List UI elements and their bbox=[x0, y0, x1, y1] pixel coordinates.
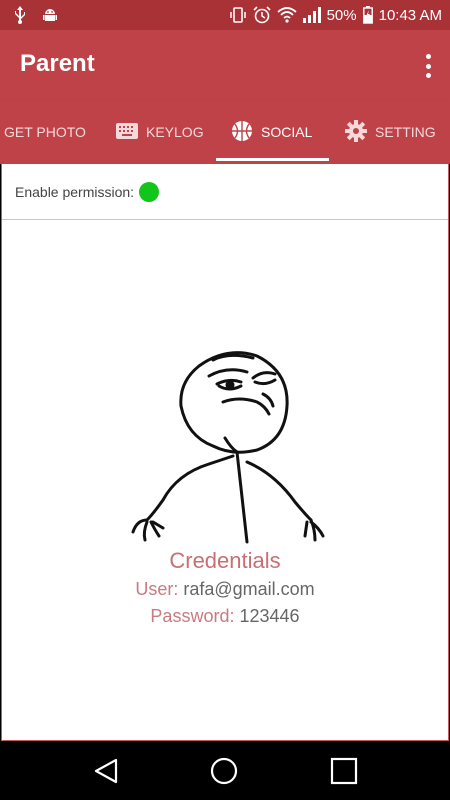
tab-get-photo[interactable]: GET PHOTO bbox=[4, 100, 86, 164]
tab-label: KEYLOG bbox=[146, 124, 204, 140]
permission-row: Enable permission: bbox=[2, 164, 448, 220]
wifi-icon bbox=[276, 7, 297, 23]
credentials-password-row: Password: 123446 bbox=[2, 606, 448, 627]
social-content: Enable permission: Credentials User: raf… bbox=[1, 164, 449, 741]
tab-label: SOCIAL bbox=[261, 124, 313, 140]
alarm-icon bbox=[253, 6, 271, 24]
permission-status-dot bbox=[139, 181, 160, 202]
battery-charging-icon bbox=[362, 6, 373, 24]
password-value: 123446 bbox=[239, 606, 300, 626]
keyboard-icon bbox=[116, 122, 138, 142]
status-bar: 50% 10:43 AM bbox=[0, 0, 450, 30]
usb-icon bbox=[14, 6, 26, 24]
vibrate-icon bbox=[229, 6, 247, 24]
user-value: rafa@gmail.com bbox=[183, 579, 315, 599]
user-label: User: bbox=[135, 579, 179, 599]
recents-icon[interactable] bbox=[330, 757, 358, 790]
tab-bar: GET PHOTO KEYLOG SOCIAL SETTING bbox=[0, 100, 450, 164]
app-title: Parent bbox=[20, 50, 95, 77]
tab-setting[interactable]: SETTING bbox=[345, 100, 436, 164]
app-bar: Parent bbox=[0, 30, 450, 100]
password-label: Password: bbox=[150, 606, 235, 626]
meme-face-illustration bbox=[131, 351, 325, 544]
tab-label: GET PHOTO bbox=[4, 124, 86, 140]
credentials-user-row: User: rafa@gmail.com bbox=[2, 579, 448, 600]
battery-percent: 50% bbox=[326, 6, 357, 24]
basketball-icon bbox=[231, 120, 253, 145]
active-tab-indicator bbox=[216, 158, 329, 161]
gear-icon bbox=[345, 119, 367, 145]
tab-keylog[interactable]: KEYLOG bbox=[116, 100, 204, 164]
signal-icon bbox=[302, 7, 321, 23]
android-debug-icon bbox=[42, 7, 58, 23]
clock-time: 10:43 AM bbox=[378, 6, 442, 24]
back-icon[interactable] bbox=[92, 757, 120, 790]
permission-label: Enable permission: bbox=[15, 183, 135, 200]
home-icon[interactable] bbox=[210, 757, 238, 790]
navigation-bar bbox=[0, 742, 450, 800]
tab-label: SETTING bbox=[375, 124, 436, 140]
overflow-menu-icon[interactable] bbox=[420, 52, 436, 80]
tab-social[interactable]: SOCIAL bbox=[231, 100, 312, 164]
credentials-title: Credentials bbox=[169, 548, 281, 573]
